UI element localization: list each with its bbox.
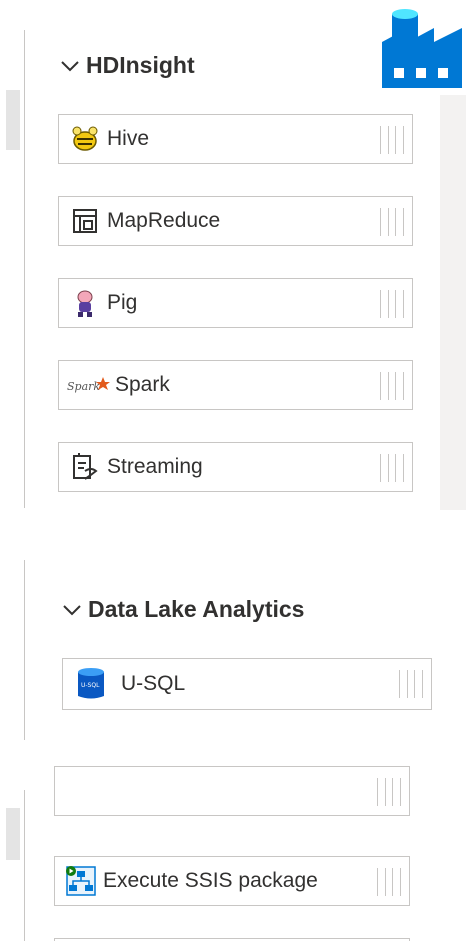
activity-pig[interactable]: Pig (58, 278, 413, 328)
drag-handle-icon[interactable] (377, 868, 401, 896)
drag-handle-icon[interactable] (380, 372, 404, 400)
activity-usql[interactable]: U-SQL U-SQL (62, 658, 432, 710)
activity-execute-ssis-package[interactable]: Execute SSIS package (54, 856, 410, 906)
svg-text:U-SQL: U-SQL (81, 682, 100, 689)
activity-label: Hive (107, 127, 150, 150)
drag-handle-icon[interactable] (380, 126, 404, 154)
activity-label: Execute SSIS package (103, 869, 318, 892)
activity-label: U-SQL (121, 672, 186, 695)
panel-border (24, 30, 25, 508)
scroll-indicator[interactable] (6, 808, 20, 860)
pig-icon (69, 287, 101, 319)
data-factory-icon (382, 8, 462, 88)
section-title: HDInsight (86, 52, 195, 78)
drag-handle-icon[interactable] (380, 208, 404, 236)
chevron-down-icon (60, 56, 86, 76)
drag-handle-icon[interactable] (399, 670, 423, 698)
scroll-indicator[interactable] (6, 90, 20, 150)
streaming-icon (69, 451, 101, 483)
activity-streaming[interactable]: Streaming (58, 442, 413, 492)
hdinsight-section-header[interactable]: HDInsight (60, 52, 195, 79)
panel-border (24, 790, 25, 941)
ssis-package-icon (65, 865, 97, 897)
activity-label: Streaming (107, 455, 203, 478)
data-lake-section-header[interactable]: Data Lake Analytics (62, 596, 304, 623)
data-lake-panel: Data Lake Analytics U-SQL U-SQL (0, 560, 466, 740)
panel-border (24, 560, 25, 740)
general-panel: Execute SSIS package (0, 766, 466, 941)
drag-handle-icon[interactable] (377, 778, 401, 806)
usql-icon: U-SQL (75, 668, 107, 700)
activity-label: Spark (115, 373, 170, 396)
section-title: Data Lake Analytics (88, 596, 305, 622)
hive-icon (69, 123, 101, 155)
chevron-down-icon (62, 600, 88, 620)
activity-hive[interactable]: Hive (58, 114, 413, 164)
svg-text:Spark: Spark (67, 380, 100, 393)
activity-label: Pig (107, 291, 138, 314)
canvas-edge (440, 95, 466, 510)
drag-handle-icon[interactable] (380, 454, 404, 482)
activity-partial[interactable] (54, 766, 410, 816)
activity-mapreduce[interactable]: MapReduce (58, 196, 413, 246)
spark-icon: Spark (67, 369, 111, 401)
activity-label: MapReduce (107, 209, 221, 232)
activity-spark[interactable]: Spark Spark (58, 360, 413, 410)
mapreduce-icon (69, 205, 101, 237)
drag-handle-icon[interactable] (380, 290, 404, 318)
